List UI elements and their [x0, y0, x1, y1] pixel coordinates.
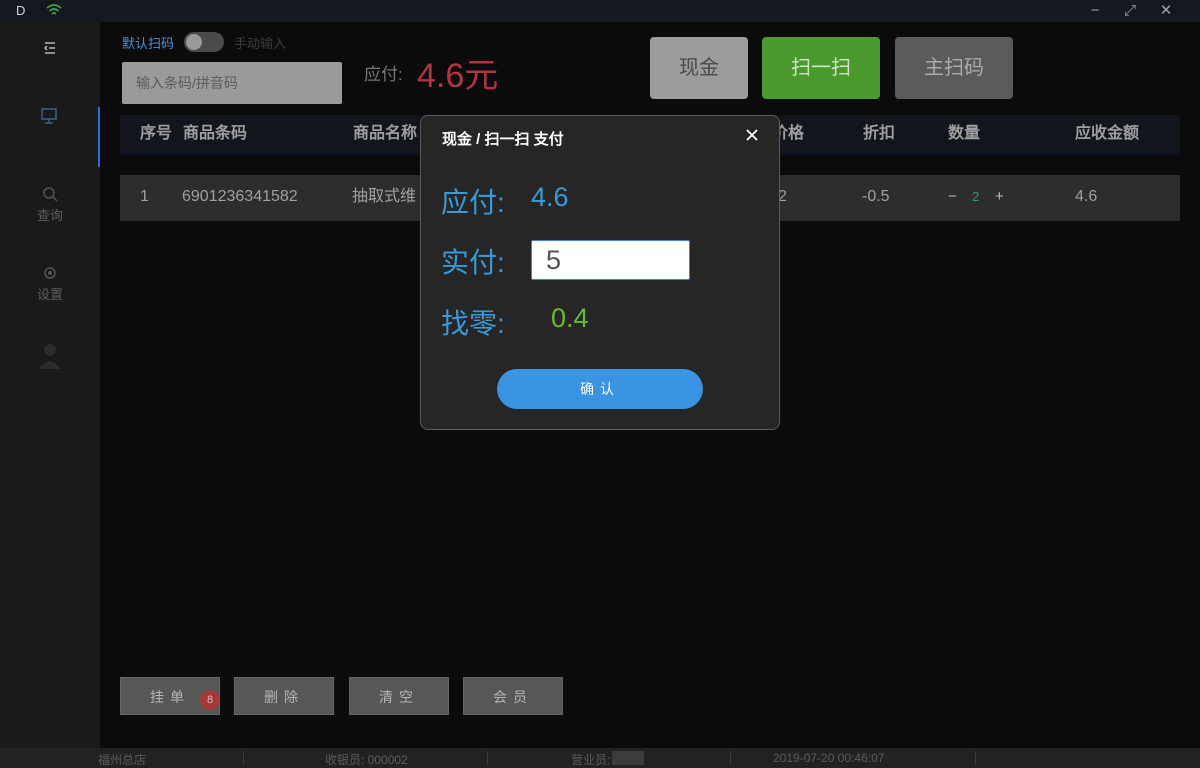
column-header: 序号: [140, 125, 173, 142]
salesperson-value: [612, 751, 644, 765]
close-button[interactable]: ✕: [1156, 2, 1176, 20]
sidebar-item-query[interactable]: 查询: [0, 185, 100, 245]
delete-button[interactable]: 删除: [234, 677, 334, 715]
row-index: 1: [140, 188, 149, 205]
dialog-change-label: 找零:: [441, 308, 505, 339]
search-icon: [43, 187, 58, 202]
dialog-due-label: 应付:: [441, 187, 505, 218]
menu-toggle-icon[interactable]: [40, 40, 60, 56]
status-divider: [975, 751, 976, 765]
paid-amount-input[interactable]: [531, 240, 690, 280]
user-icon: [39, 344, 61, 369]
barcode-input[interactable]: [122, 62, 342, 104]
column-header: 商品条码: [183, 125, 248, 142]
wifi-icon: [46, 4, 62, 15]
toggle-knob: [186, 34, 203, 50]
row-discount: -0.5: [862, 188, 890, 205]
cash-pay-button[interactable]: 现金: [650, 37, 748, 99]
sidebar-item-label: 查询: [36, 208, 63, 223]
column-header: 数量: [948, 125, 981, 142]
qty-value: 2: [972, 189, 980, 204]
sidebar-item-settings[interactable]: 设置: [0, 264, 100, 324]
row-barcode: 6901236341582: [182, 188, 298, 205]
sidebar-item-cashier[interactable]: [0, 107, 100, 167]
status-divider: [243, 751, 244, 765]
title-bar: D − ⤢ ✕: [0, 0, 1200, 22]
scan-mode-row: 默认扫码 手动输入: [122, 32, 286, 52]
mode-manual-label: 手动输入: [234, 35, 287, 51]
dialog-paid-label: 实付:: [441, 247, 505, 278]
hold-count-badge: 8: [200, 690, 220, 710]
scan-mode-toggle[interactable]: [184, 32, 225, 52]
due-amount: 4.6元: [417, 57, 499, 95]
maximize-button[interactable]: ⤢: [1120, 2, 1140, 20]
minimize-button[interactable]: −: [1085, 2, 1105, 20]
sidebar: 查询 设置: [0, 22, 100, 748]
payment-dialog: 现金 / 扫一扫 支付 应付: 4.6 实付: 找零: 0.4 确认: [420, 115, 780, 430]
datetime: 2019-07-20 00:46:07: [773, 751, 885, 765]
qty-decrease-button[interactable]: −: [948, 175, 957, 219]
sidebar-item-label: 设置: [36, 287, 63, 302]
column-header: 商品名称: [353, 125, 418, 142]
gear-icon: [44, 267, 56, 279]
dialog-title: 现金 / 扫一扫 支付: [442, 131, 564, 148]
mode-default-label: 默认扫码: [122, 35, 175, 51]
store-name: 福州总店: [98, 753, 147, 767]
status-divider: [487, 751, 488, 765]
clear-button[interactable]: 清空: [349, 677, 449, 715]
main-scan-button[interactable]: 主扫码: [895, 37, 1013, 99]
close-icon[interactable]: [741, 124, 763, 146]
column-header: 应收金额: [1075, 125, 1140, 142]
cashier-id: 收银员: 000002: [325, 753, 408, 767]
dialog-change-value: 0.4: [551, 303, 589, 333]
row-amount: 4.6: [1075, 188, 1098, 205]
column-header: 折扣: [863, 125, 896, 142]
confirm-button[interactable]: 确认: [497, 369, 703, 409]
status-divider: [730, 751, 731, 765]
sidebar-item-user[interactable]: [0, 342, 100, 402]
app-logo: D: [16, 3, 26, 18]
salesperson-label: 营业员:: [571, 753, 611, 767]
qty-increase-button[interactable]: +: [995, 175, 1004, 219]
dialog-due-value: 4.6: [531, 182, 569, 212]
status-bar: 福州总店 收银员: 000002 营业员: 2019-07-20 00:46:0…: [0, 748, 1200, 768]
row-name: 抽取式维: [352, 188, 417, 205]
due-label: 应付:: [364, 65, 403, 84]
scan-pay-button[interactable]: 扫一扫: [762, 37, 880, 99]
member-button[interactable]: 会员: [463, 677, 563, 715]
cashier-icon: [41, 108, 57, 124]
